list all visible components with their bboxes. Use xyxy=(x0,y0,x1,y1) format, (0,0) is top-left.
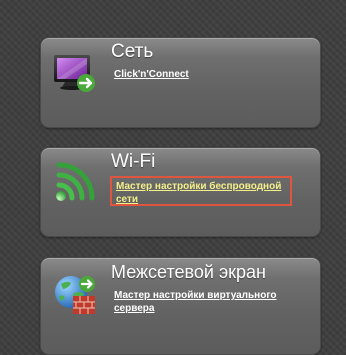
card-title: Сеть xyxy=(111,41,154,62)
link-line-1: Мастер настройки виртуального xyxy=(114,290,277,301)
firewall-globe-icon xyxy=(51,270,99,318)
wifi-card: Wi-Fi Мастер настройки беспроводной сети xyxy=(40,147,321,237)
network-monitor-icon xyxy=(51,50,99,98)
card-title: Межсетевой экран xyxy=(111,262,266,282)
wireless-setup-wizard-link[interactable]: Мастер настройки беспроводной сети xyxy=(116,180,292,206)
card-title: Wi-Fi xyxy=(111,151,156,172)
highlight-box: Мастер настройки беспроводной сети xyxy=(110,176,292,206)
network-card: Сеть Click'n'Connect xyxy=(40,37,321,128)
click-n-connect-link[interactable]: Click'n'Connect xyxy=(114,68,189,81)
virtual-server-wizard-link[interactable]: Мастер настройки виртуального сервера xyxy=(114,289,276,315)
link-line-2: сети xyxy=(116,194,139,205)
firewall-card: Межсетевой экран Мастер настройки виртуа… xyxy=(40,257,321,355)
link-line-1: Мастер настройки беспроводной xyxy=(116,181,282,192)
link-line-2: сервера xyxy=(114,303,155,314)
wifi-icon xyxy=(51,158,99,206)
